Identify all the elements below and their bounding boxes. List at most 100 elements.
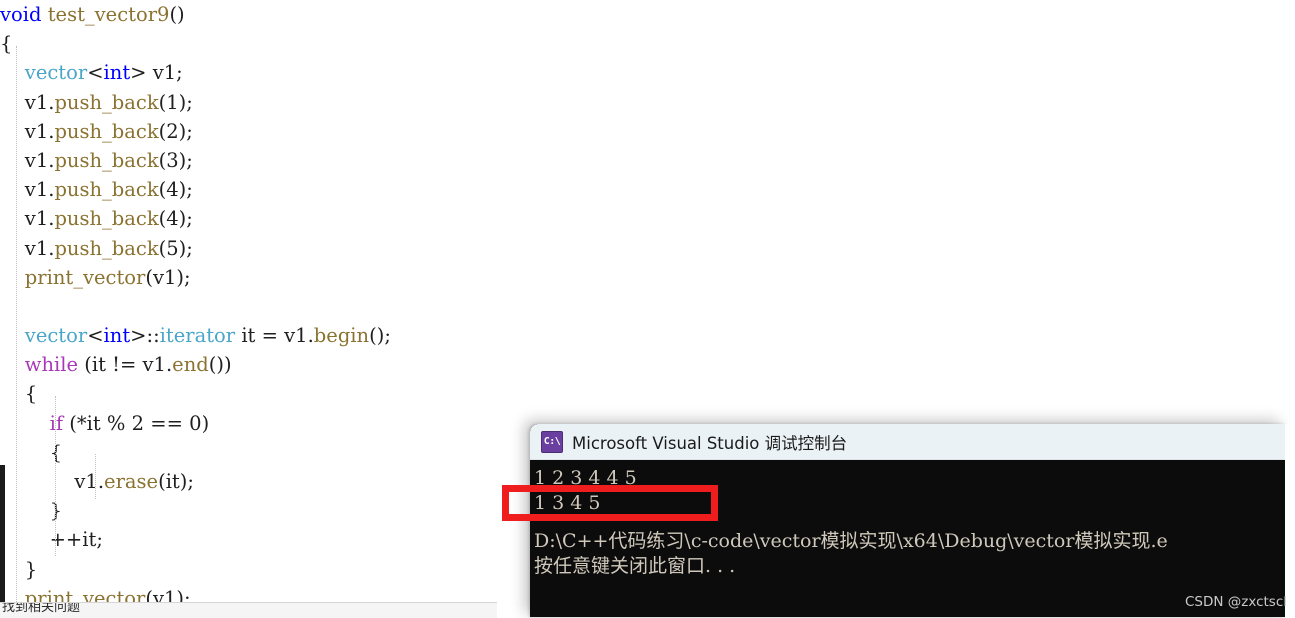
code-token: push_back [54,207,159,231]
code-token: push_back [54,148,159,172]
code-token: v1 [24,236,49,260]
code-token: 2 [131,411,151,435]
code-token: (it [78,353,113,377]
code-token: v1 [24,178,49,202]
code-token: while [24,353,79,377]
code-token: > [130,61,153,85]
code-token: ); [178,90,193,114]
code-token: test_vector9 [47,3,170,26]
code-token: end [172,353,209,377]
console-app-icon: C:\ [541,430,563,453]
code-token: v1 [24,207,49,231]
code-token: ()) [208,353,232,377]
code-token: * [76,411,87,435]
code-token: ); [179,470,194,493]
code-token: int [103,324,131,348]
code-token: erase [104,470,159,493]
code-token: 4 [166,207,179,231]
code-token: push_back [54,178,159,202]
code-token: begin [313,324,370,348]
console-exit-path-line: D:\C++代码练习\c-code\vector模拟实现\x64\Debug\v… [534,530,1168,552]
code-token: 1 [166,90,179,114]
code-token: ; [96,528,103,552]
code-token: v1 [152,61,177,85]
code-token: v1 [284,324,308,348]
console-title-label: Microsoft Visual Studio 调试控制台 [572,433,848,453]
code-token: < [87,61,104,85]
code-token: v1 [24,90,49,114]
code-token: push_back [54,119,159,143]
console-output-line: 1 3 4 5 [534,492,601,514]
code-token: % [106,411,132,435]
code-token: v1 [142,353,166,377]
code-token: v1 [24,148,49,172]
indent-guide-level-3 [95,454,96,499]
code-token: >:: [130,324,160,348]
indent-guide-level-1 [16,46,17,602]
csdn-watermark: CSDN @zxctscl [1184,594,1287,610]
code-token: print_vector [24,265,146,289]
code-token: { [0,32,13,56]
code-token: () [169,3,185,26]
code-token: ); [178,178,193,202]
code-token: 4 [166,178,179,202]
code-token: 3 [166,148,179,172]
code-token: ; [176,61,183,85]
console-app-icon-glyph: C:\ [543,435,561,447]
code-token: it [86,411,107,435]
code-token: it [82,528,97,552]
code-token: ); [176,265,191,289]
code-token: ( [145,265,153,289]
console-press-any-key-line: 按任意键关闭此窗口. . . [534,555,736,577]
code-token: if [49,411,64,435]
code-token: ); [178,207,193,231]
screen-right-margin [1285,424,1295,617]
code-token: == [150,411,190,435]
code-token: iterator [159,324,236,348]
code-token: v1 [24,119,49,143]
code-token: vector [24,324,88,348]
debug-console-window[interactable]: C:\ Microsoft Visual Studio 调试控制台 1 2 3 … [530,424,1285,617]
code-token: ); [178,119,193,143]
code-token: v1 [152,265,177,289]
code-token: ); [178,236,193,260]
code-token: 5 [166,236,179,260]
error-list-peek-bar[interactable]: 找到相关问题 [0,602,497,618]
code-token: push_back [54,236,159,260]
code-token: ) [201,411,210,435]
code-token: } [24,557,38,581]
code-token: push_back [54,90,159,114]
console-output-line: 1 2 3 4 4 5 [534,467,637,489]
code-token: { [24,382,38,406]
code-token: int [103,61,131,85]
code-token: ); [178,148,193,172]
code-token: vector [24,61,88,85]
code-token: = [261,324,285,348]
code-token: it [165,470,180,493]
console-output-area[interactable]: 1 2 3 4 4 5 1 3 4 5 D:\C++代码练习\c-code\ve… [530,460,1285,617]
code-token: != [112,353,143,377]
console-title-bar[interactable]: C:\ Microsoft Visual Studio 调试控制台 [530,424,1285,460]
left-docked-panel-edge [0,465,5,617]
code-token: < [87,324,104,348]
code-token: ( [158,470,166,493]
code-token: (); [369,324,391,348]
code-token: ( [63,411,77,435]
